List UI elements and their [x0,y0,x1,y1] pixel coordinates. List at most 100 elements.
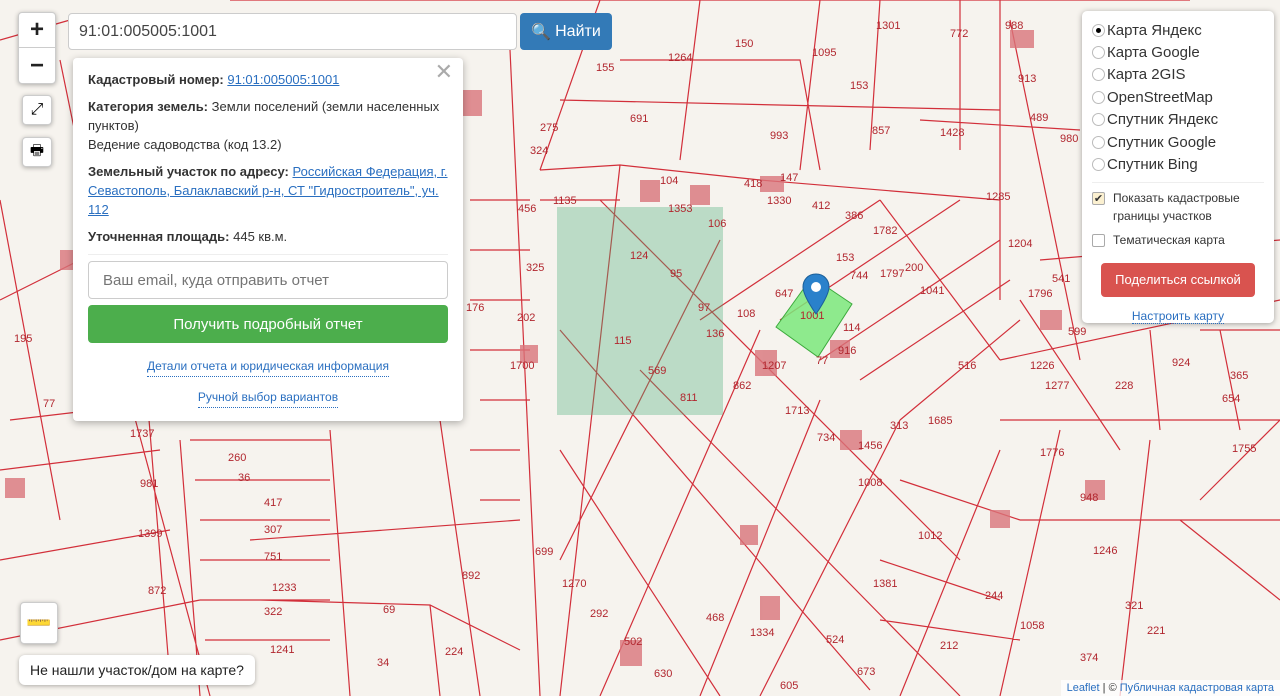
parcel-number-label[interactable]: 1264 [668,52,692,64]
parcel-number-label[interactable]: 468 [706,612,724,624]
show-borders-checkbox[interactable]: ✔ Показать кадастровые границы участков [1092,189,1264,225]
leaflet-link[interactable]: Leaflet [1067,682,1100,694]
parcel-number-label[interactable]: 772 [950,28,968,40]
radio-icon[interactable] [1092,113,1105,127]
parcel-number-label[interactable]: 1737 [130,428,154,440]
parcel-number-label[interactable]: 228 [1115,380,1133,392]
checkbox-checked-icon[interactable]: ✔ [1092,191,1105,205]
parcel-number-label[interactable]: 1008 [858,477,882,489]
parcel-number-label[interactable]: 77 [816,355,828,367]
configure-map-link[interactable]: Настроить карту [1131,309,1225,324]
parcel-number-label[interactable]: 260 [228,452,246,464]
parcel-number-label[interactable]: 872 [148,585,166,597]
parcel-number-label[interactable]: 502 [624,636,642,648]
parcel-number-label[interactable]: 1301 [876,20,900,32]
parcel-number-label[interactable]: 147 [780,172,798,184]
parcel-number-label[interactable]: 1713 [785,405,809,417]
parcel-number-label[interactable]: 980 [1060,133,1078,145]
parcel-number-label[interactable]: 1241 [270,644,294,656]
parcel-number-label[interactable]: 313 [890,420,908,432]
parcel-number-label[interactable]: 1797 [880,268,904,280]
parcel-number-label[interactable]: 115 [614,335,632,347]
cadastral-number-link[interactable]: 91:01:005005:1001 [227,72,339,87]
zoom-out-button[interactable]: − [19,48,55,83]
parcel-number-label[interactable]: 77 [43,398,55,410]
close-icon[interactable]: ✕ [435,61,453,83]
parcel-number-label[interactable]: 322 [264,606,282,618]
parcel-number-label[interactable]: 1334 [750,627,774,639]
parcel-number-label[interactable]: 212 [940,640,958,652]
share-link-button[interactable]: Поделиться ссылкой [1101,262,1255,297]
parcel-number-label[interactable]: 307 [264,524,282,536]
parcel-number-label[interactable]: 69 [383,604,395,616]
report-details-link[interactable]: Детали отчета и юридическая информация [147,357,389,377]
parcel-number-label[interactable]: 456 [518,203,536,215]
parcel-number-label[interactable]: 1246 [1093,545,1117,557]
parcel-number-label[interactable]: 200 [905,262,923,274]
radio-icon[interactable] [1092,135,1105,149]
parcel-number-label[interactable]: 1776 [1040,447,1064,459]
parcel-number-label[interactable]: 1233 [272,582,296,594]
parcel-number-label[interactable]: 325 [526,262,544,274]
parcel-number-label[interactable]: 1353 [668,203,692,215]
parcel-number-label[interactable]: 673 [857,666,875,678]
parcel-number-label[interactable]: 1226 [1030,360,1054,372]
parcel-number-label[interactable]: 1399 [138,528,162,540]
parcel-number-label[interactable]: 1755 [1232,443,1256,455]
parcel-number-label[interactable]: 1041 [920,285,944,297]
parcel-number-label[interactable]: 1782 [873,225,897,237]
parcel-number-label[interactable]: 136 [706,328,724,340]
manual-selection-link[interactable]: Ручной выбор вариантов [197,388,339,408]
email-field[interactable] [88,261,448,299]
parcel-number-label[interactable]: 892 [462,570,480,582]
parcel-number-label[interactable]: 97 [698,302,710,314]
parcel-number-label[interactable]: 913 [1018,73,1036,85]
parcel-number-label[interactable]: 153 [850,80,868,92]
parcel-number-label[interactable]: 1058 [1020,620,1044,632]
parcel-number-label[interactable]: 1700 [510,360,534,372]
parcel-number-label[interactable]: 244 [985,590,1003,602]
radio-icon[interactable] [1092,23,1105,37]
parcel-number-label[interactable]: 412 [812,200,830,212]
parcel-number-label[interactable]: 630 [654,668,672,680]
parcel-number-label[interactable]: 916 [838,345,856,357]
parcel-number-label[interactable]: 1012 [918,530,942,542]
parcel-number-label[interactable]: 365 [1230,370,1248,382]
parcel-number-label[interactable]: 857 [872,125,890,137]
layer-option[interactable]: Спутник Google [1092,131,1264,153]
parcel-number-label[interactable]: 1095 [812,47,836,59]
parcel-number-label[interactable]: 1277 [1045,380,1069,392]
parcel-number-label[interactable]: 95 [670,268,682,280]
parcel-number-label[interactable]: 1796 [1028,288,1052,300]
parcel-number-label[interactable]: 224 [445,646,463,658]
parcel-number-label[interactable]: 1207 [762,360,786,372]
parcel-number-label[interactable]: 417 [264,497,282,509]
layer-option[interactable]: Спутник Bing [1092,153,1264,175]
checkbox-icon[interactable] [1092,233,1105,247]
pkk-link[interactable]: Публичная кадастровая карта [1120,682,1274,694]
parcel-number-label[interactable]: 647 [775,288,793,300]
parcel-number-label[interactable]: 176 [466,302,484,314]
parcel-number-label[interactable]: 981 [140,478,158,490]
layer-option[interactable]: Карта Яндекс [1092,19,1264,41]
parcel-number-label[interactable]: 599 [1068,326,1086,338]
layer-option[interactable]: Карта 2GIS [1092,64,1264,86]
parcel-number-label[interactable]: 321 [1125,600,1143,612]
search-input[interactable] [68,13,517,50]
parcel-number-label[interactable]: 948 [1080,492,1098,504]
parcel-number-label[interactable]: 292 [590,608,608,620]
parcel-number-label[interactable]: 1456 [858,440,882,452]
get-report-button[interactable]: Получить подробный отчет [88,305,448,343]
layer-option[interactable]: Карта Google [1092,41,1264,63]
thematic-map-checkbox[interactable]: Тематическая карта [1092,231,1264,249]
parcel-number-label[interactable]: 1381 [873,578,897,590]
parcel-number-label[interactable]: 541 [1052,273,1070,285]
parcel-number-label[interactable]: 489 [1030,112,1048,124]
parcel-number-label[interactable]: 993 [770,130,788,142]
parcel-number-label[interactable]: 569 [648,365,666,377]
parcel-number-label[interactable]: 374 [1080,652,1098,664]
parcel-number-label[interactable]: 418 [744,178,762,190]
parcel-number-label[interactable]: 153 [836,252,854,264]
parcel-number-label[interactable]: 108 [737,308,755,320]
parcel-number-label[interactable]: 516 [958,360,976,372]
